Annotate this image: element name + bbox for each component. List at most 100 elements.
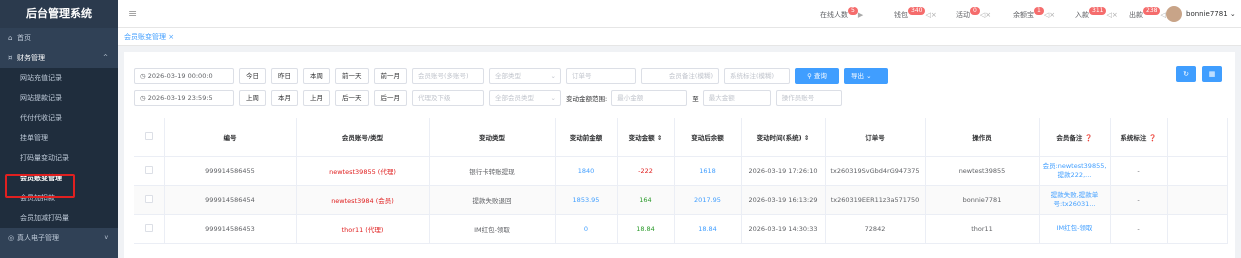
sidebar-item-10[interactable]: ◎ 真人电子管理 v	[0, 228, 118, 248]
order-no-input[interactable]: 订单号	[566, 68, 636, 84]
sidebar-item-label: 代付代收记录	[20, 114, 62, 122]
sidebar-item-label: 网站充值记录	[20, 74, 62, 82]
export-button[interactable]: 导出 ⌄	[844, 68, 888, 84]
quick-last-month-button[interactable]: 上月	[303, 90, 330, 106]
quick-prev-month-button[interactable]: 前一月	[373, 68, 407, 84]
deposit-count[interactable]: 入款311◁×	[1075, 7, 1118, 20]
member-type-select[interactable]: 全部会员类型 ⌄	[489, 90, 561, 106]
yuebao-count[interactable]: 余额宝1◁×	[1013, 7, 1055, 20]
speaker-muted-icon: ◁×	[979, 11, 992, 19]
type-select-value: 全部类型	[495, 72, 521, 80]
row-checkbox[interactable]	[134, 214, 165, 244]
col-header-operator: 操作员	[925, 118, 1040, 157]
cell-order: tx260319EER11z3a571750	[825, 185, 926, 215]
avatar[interactable]	[1166, 6, 1182, 22]
system-remark-input[interactable]: 系统标注(模糊)	[724, 68, 790, 84]
refresh-icon[interactable]: ↻	[1176, 66, 1196, 82]
cell-account[interactable]: thor11 (代理)	[296, 214, 430, 244]
col-header-after: 变动后余额	[674, 118, 742, 157]
quick-next-day-button[interactable]: 后一天	[335, 90, 369, 106]
agent-input[interactable]: 代理及下级	[412, 90, 484, 106]
quick-last-week-button[interactable]: 上周	[239, 90, 266, 106]
col-header-member-remark: 会员备注 ❓	[1039, 118, 1111, 157]
type-select[interactable]: 全部类型 ⌄	[489, 68, 561, 84]
table-row[interactable]: 999914586454 newtest3984 (会员) 提款失败退回 1853.9…	[134, 185, 1228, 215]
cell-after: 18.84	[674, 214, 742, 244]
member-remark-input[interactable]: 会员备注(模糊)	[641, 68, 719, 84]
sidebar-item-0[interactable]: ⌂ 首页	[0, 28, 118, 48]
chevron-down-icon: ⌄	[550, 94, 556, 102]
sidebar-item-6[interactable]: 打码量变动记录	[0, 148, 118, 168]
chevron-down-icon: ⌄	[866, 72, 872, 80]
filter-row-2: ◷ 2026-03-19 23:59:5 上周 本月 上月 后一天 后一月 代理…	[134, 90, 847, 106]
cell-order: 72842	[825, 214, 926, 244]
quick-today-button[interactable]: 今日	[239, 68, 266, 84]
sidebar-item-1[interactable]: ¤ 财务管理 ^	[0, 48, 118, 68]
speaker-muted-icon: ◁×	[925, 11, 937, 19]
cell-before: 1840	[555, 156, 618, 186]
sidebar-item-3[interactable]: 网站提款记录	[0, 88, 118, 108]
hamburger-icon[interactable]: ≡	[128, 7, 137, 20]
query-button[interactable]: ⚲ 查询	[795, 68, 839, 84]
quick-yesterday-button[interactable]: 昨日	[271, 68, 298, 84]
row-checkbox[interactable]	[134, 156, 165, 186]
table-row[interactable]: 999914586453 thor11 (代理) IM红包-领取 0 18.84 18.8…	[134, 214, 1228, 244]
sidebar-item-5[interactable]: 挂单管理	[0, 128, 118, 148]
cell-extra	[1167, 156, 1228, 186]
sidebar-item-9[interactable]: 会员加减打码量	[0, 208, 118, 228]
cell-member-remark[interactable]: 提款失败,提款单号:tx26031...	[1039, 185, 1111, 215]
quick-next-month-button[interactable]: 后一月	[373, 90, 407, 106]
account-change-table: 编号 会员账号/类型 变动类型 变动前金额 变动金额 ⇕ 变动后余额 变动时间(…	[134, 118, 1228, 244]
col-header-amount[interactable]: 变动金额 ⇕	[617, 118, 675, 157]
table-row[interactable]: 999914586455 newtest39855 (代理) 银行卡转账提现 1840…	[134, 156, 1228, 186]
sidebar-item-2[interactable]: 网站充值记录	[0, 68, 118, 88]
sort-icon: ⇕	[656, 133, 663, 142]
export-label: 导出	[851, 72, 864, 80]
operator-input[interactable]: 操作员账号	[775, 90, 842, 106]
play-icon: ▶	[857, 11, 864, 19]
cell-time: 2026-03-19 16:13:29	[741, 185, 826, 215]
cell-member-remark[interactable]: 会员:newtest39855,提款222,...	[1039, 156, 1111, 186]
select-all-checkbox[interactable]	[134, 118, 165, 157]
end-time-value: 2026-03-19 23:59:5	[147, 94, 213, 102]
start-time-input[interactable]: ◷ 2026-03-19 00:00:0	[134, 68, 234, 84]
wallet-badge: 340	[908, 7, 926, 15]
tab-member-account-change[interactable]: 会员账变管理 ×	[124, 32, 174, 42]
cell-account[interactable]: newtest3984 (会员)	[296, 185, 430, 215]
amount-range-label: 变动金额范围:	[566, 95, 608, 103]
deposit-label: 入款	[1075, 11, 1089, 19]
system-remark-header-label: 系统标注	[1120, 133, 1147, 142]
grid-icon[interactable]: ▦	[1202, 66, 1222, 82]
time-header-label: 变动时间(系统)	[756, 133, 802, 142]
cell-id: 999914586455	[164, 156, 297, 186]
chevron-down-icon: ⌄	[550, 72, 556, 80]
clock-icon: ◷	[140, 72, 148, 80]
wallet-count[interactable]: 钱包340◁×	[894, 7, 937, 20]
cell-time: 2026-03-19 14:30:33	[741, 214, 826, 244]
sidebar-menu: ⌂ 首页 ¤ 财务管理 ^ 网站充值记录网站提款记录代付代收记录挂单管理打码量变动记录会员…	[0, 28, 118, 248]
chevron-down-icon: ⌄	[1229, 10, 1236, 18]
sidebar-item-label: 打码量变动记录	[20, 154, 69, 162]
sidebar: 后台管理系统 ⌂ 首页 ¤ 财务管理 ^ 网站充值记录 网站提款记录 代付代收记录 挂单管理 打码…	[0, 0, 118, 258]
end-time-input[interactable]: ◷ 2026-03-19 23:59:5	[134, 90, 234, 106]
clock-icon: ◷	[140, 94, 148, 102]
quick-prev-day-button[interactable]: 前一天	[335, 68, 369, 84]
cell-after: 2017.95	[674, 185, 742, 215]
max-amount-input[interactable]: 最大金额	[702, 90, 771, 106]
col-header-time[interactable]: 变动时间(系统) ⇕	[741, 118, 826, 157]
cell-account[interactable]: newtest39855 (代理)	[296, 156, 430, 186]
min-amount-input[interactable]: 最小金额	[611, 90, 688, 106]
username[interactable]: bonnie7781 ⌄	[1186, 10, 1236, 18]
sidebar-item-label: 财务管理	[17, 54, 45, 62]
speaker-muted-icon: ◁×	[1106, 11, 1118, 19]
activity-count[interactable]: 活动0◁×	[956, 7, 992, 20]
quick-this-month-button[interactable]: 本月	[271, 90, 298, 106]
row-checkbox[interactable]	[134, 185, 165, 215]
highlight-box	[5, 174, 75, 198]
online-count[interactable]: 在线人数5▶	[820, 7, 864, 20]
member-account-input[interactable]: 会员账号(多账号)	[412, 68, 484, 84]
cell-member-remark[interactable]: IM红包-领取	[1039, 214, 1111, 244]
cell-sys-remark: -	[1110, 156, 1168, 186]
sidebar-item-4[interactable]: 代付代收记录	[0, 108, 118, 128]
quick-this-week-button[interactable]: 本周	[303, 68, 330, 84]
